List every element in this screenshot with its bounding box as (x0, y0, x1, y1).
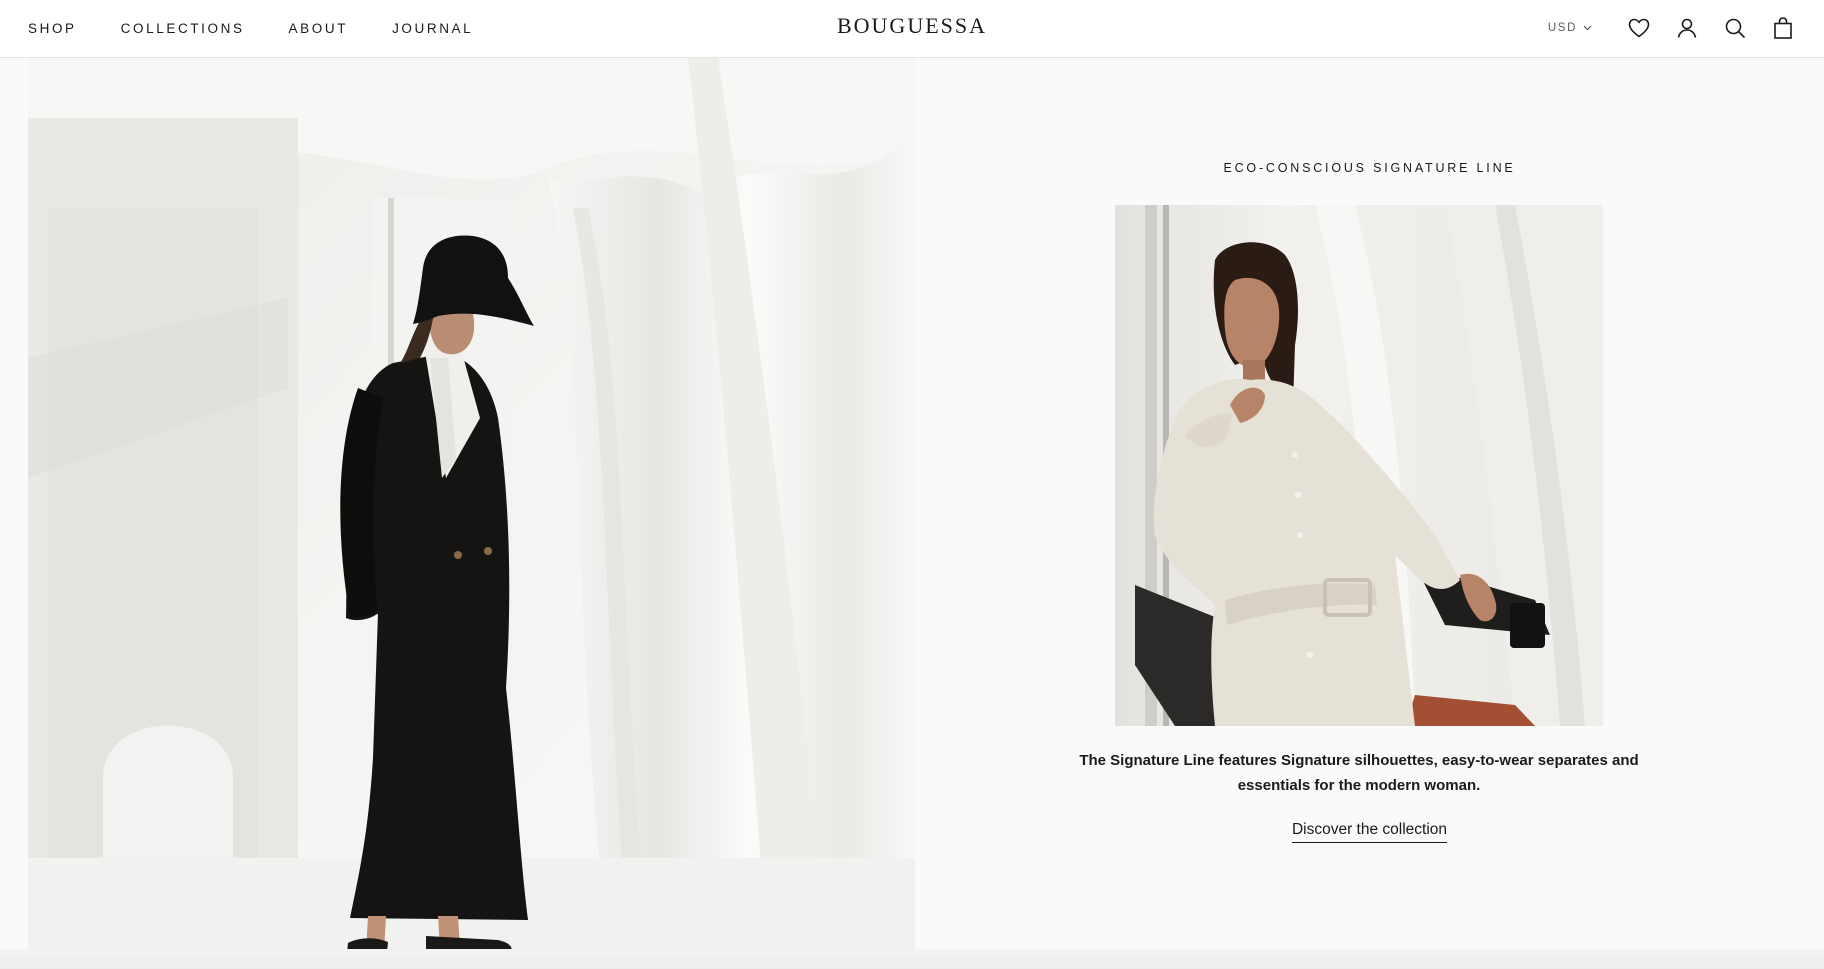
nav-shop[interactable]: SHOP (28, 21, 77, 36)
section-description: The Signature Line features Signature si… (1079, 752, 1639, 794)
currency-selector[interactable]: USD (1548, 22, 1592, 34)
nav-journal[interactable]: JOURNAL (392, 21, 473, 36)
search-icon[interactable] (1722, 15, 1748, 41)
feature-image-model-linen-dress[interactable] (1115, 205, 1603, 726)
header-actions: USD (1548, 0, 1796, 56)
main-nav: SHOP COLLECTIONS ABOUT JOURNAL (28, 0, 473, 56)
brand-logo[interactable]: BOUGUESSA (837, 13, 987, 38)
page-bottom-edge (0, 949, 1824, 969)
wishlist-heart-icon[interactable] (1626, 15, 1652, 41)
feature-illustration (1115, 205, 1603, 726)
section-eyebrow: ECO-CONSCIOUS SIGNATURE LINE (1223, 161, 1516, 175)
site-header: SHOP COLLECTIONS ABOUT JOURNAL BOUGUESSA… (0, 0, 1824, 58)
currency-label: USD (1547, 22, 1577, 34)
chevron-down-icon (1583, 25, 1592, 31)
hero-image-model-black-coat[interactable] (28, 58, 915, 949)
nav-about[interactable]: ABOUT (289, 21, 349, 36)
discover-collection-link[interactable]: Discover the collection (1291, 821, 1448, 843)
nav-collections[interactable]: COLLECTIONS (121, 21, 245, 36)
hero-illustration (28, 58, 915, 949)
account-user-icon[interactable] (1674, 15, 1700, 41)
signature-line-section: ECO-CONSCIOUS SIGNATURE LINE The Signatu… (915, 58, 1824, 949)
cart-bag-icon[interactable] (1770, 15, 1796, 41)
